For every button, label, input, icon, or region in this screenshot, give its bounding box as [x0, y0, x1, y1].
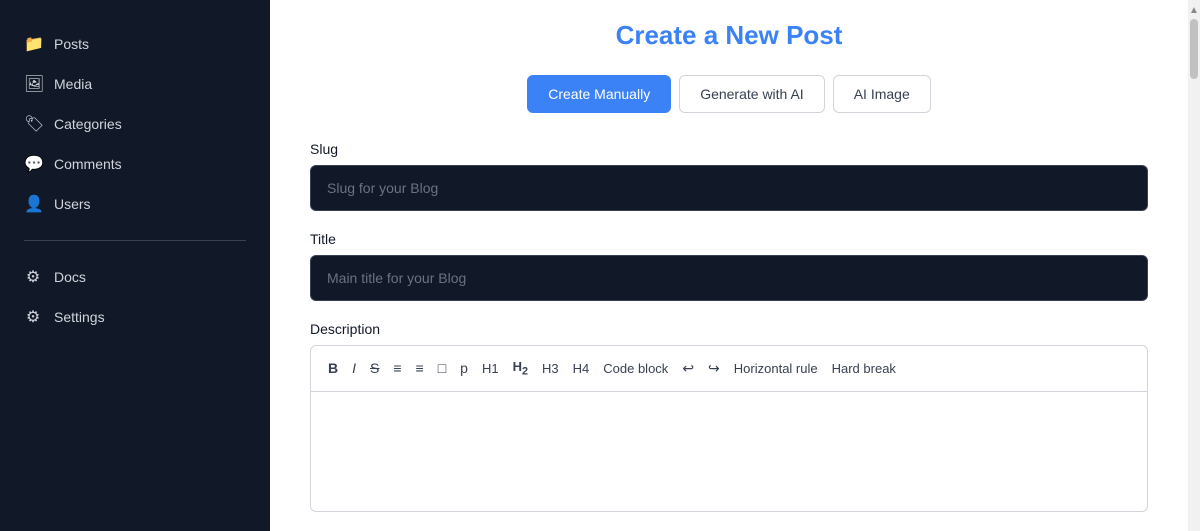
slug-label: Slug	[310, 141, 1148, 157]
toolbar-horizontal-rule[interactable]: Horizontal rule	[729, 358, 823, 379]
toolbar-h1[interactable]: H1	[477, 358, 504, 379]
tab-ai-image[interactable]: AI Image	[833, 75, 931, 113]
posts-icon: 📁	[24, 34, 42, 54]
page-title: Create a New Post	[310, 20, 1148, 51]
comments-icon: 💬	[24, 154, 42, 174]
sidebar-item-comments[interactable]: 💬 Comments	[0, 144, 270, 184]
users-icon: 👤	[24, 194, 42, 214]
slug-input[interactable]	[310, 165, 1148, 211]
toolbar-bullet-list[interactable]: ≡	[388, 357, 406, 379]
docs-icon: ⚙	[24, 267, 42, 287]
sidebar-item-users[interactable]: 👤 Users	[0, 184, 270, 224]
sidebar-label-docs: Docs	[54, 269, 86, 285]
toolbar-paragraph[interactable]: p	[455, 357, 473, 379]
sidebar-divider	[24, 240, 246, 241]
tab-create-manually[interactable]: Create Manually	[527, 75, 671, 113]
scrollbar-thumb[interactable]	[1190, 19, 1198, 79]
sidebar-label-posts: Posts	[54, 36, 89, 52]
toolbar-ordered-list[interactable]: ≡	[411, 357, 429, 379]
toolbar-italic[interactable]: I	[347, 357, 361, 379]
sidebar-label-media: Media	[54, 76, 92, 92]
editor-body[interactable]	[310, 392, 1148, 512]
sidebar-main-section: 📁 Posts 🖼 Media 🏷 Categories 💬 Comments …	[0, 16, 270, 232]
toolbar-hard-break[interactable]: Hard break	[827, 358, 901, 379]
tab-generate-with-ai[interactable]: Generate with AI	[679, 75, 825, 113]
scrollbar-arrow-up[interactable]: ▲	[1188, 2, 1200, 19]
sidebar-label-settings: Settings	[54, 309, 105, 325]
toolbar-undo[interactable]: ↩	[677, 357, 699, 380]
toolbar-h2[interactable]: H2	[508, 356, 533, 381]
sidebar-item-posts[interactable]: 📁 Posts	[0, 24, 270, 64]
sidebar-item-media[interactable]: 🖼 Media	[0, 64, 270, 104]
sidebar-item-settings[interactable]: ⚙ Settings	[0, 297, 270, 337]
title-input[interactable]	[310, 255, 1148, 301]
description-group: Description B I S ≡ ≡ □ p H1 H2 H3 H4 Co…	[310, 321, 1148, 512]
sidebar-item-docs[interactable]: ⚙ Docs	[0, 257, 270, 297]
sidebar-secondary-section: ⚙ Docs ⚙ Settings	[0, 249, 270, 345]
sidebar: 📁 Posts 🖼 Media 🏷 Categories 💬 Comments …	[0, 0, 270, 531]
main-content: Create a New Post Create Manually Genera…	[270, 0, 1188, 531]
sidebar-label-comments: Comments	[54, 156, 122, 172]
title-label: Title	[310, 231, 1148, 247]
editor-toolbar: B I S ≡ ≡ □ p H1 H2 H3 H4 Code block ↩ ↪…	[310, 345, 1148, 392]
slug-group: Slug	[310, 141, 1148, 211]
toolbar-strike[interactable]: S	[365, 357, 384, 379]
toolbar-redo[interactable]: ↪	[703, 357, 725, 380]
sidebar-label-users: Users	[54, 196, 91, 212]
title-group: Title	[310, 231, 1148, 301]
toolbar-h4[interactable]: H4	[568, 358, 595, 379]
sidebar-item-categories[interactable]: 🏷 Categories	[0, 104, 270, 144]
toolbar-code-inline[interactable]: □	[433, 357, 451, 379]
description-label: Description	[310, 321, 1148, 337]
sidebar-label-categories: Categories	[54, 116, 122, 132]
media-icon: 🖼	[24, 74, 42, 94]
categories-icon: 🏷	[24, 114, 42, 134]
tab-group: Create Manually Generate with AI AI Imag…	[310, 75, 1148, 113]
settings-icon: ⚙	[24, 307, 42, 327]
toolbar-bold[interactable]: B	[323, 357, 343, 379]
toolbar-h3[interactable]: H3	[537, 358, 564, 379]
toolbar-code-block[interactable]: Code block	[598, 358, 673, 379]
scrollbar-track: ▲	[1188, 0, 1200, 531]
